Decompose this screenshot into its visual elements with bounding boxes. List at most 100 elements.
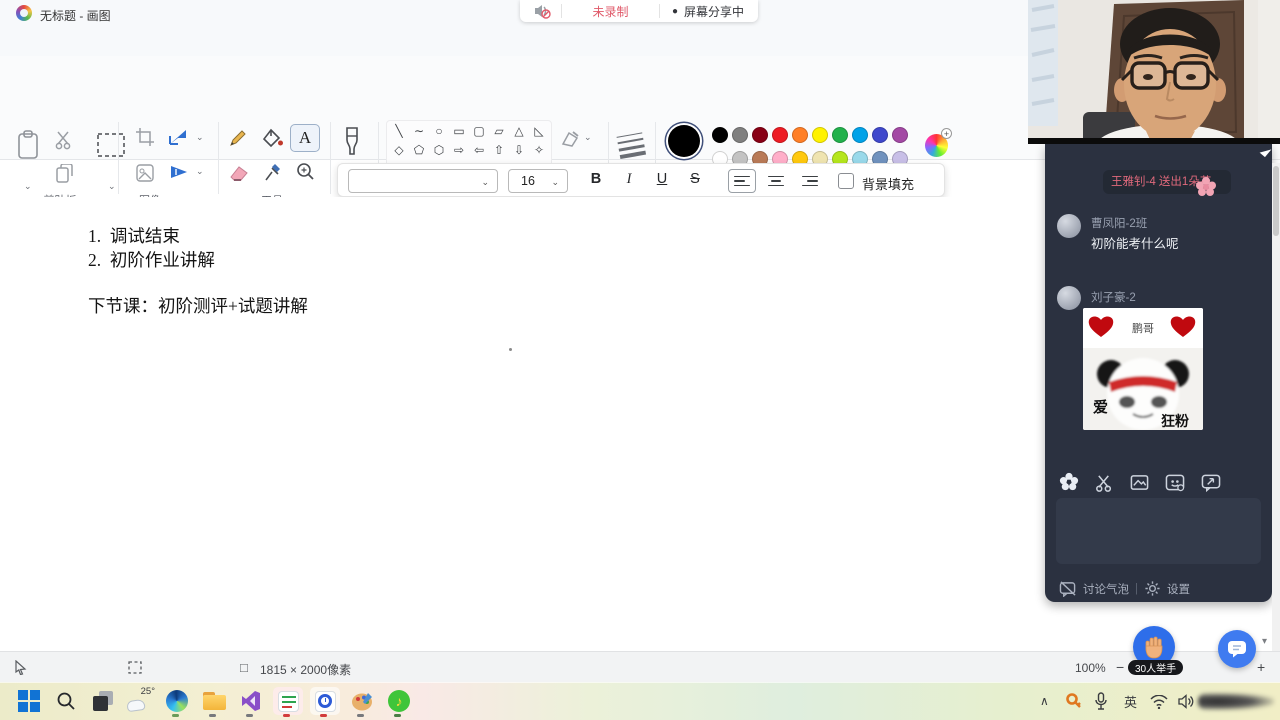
taskbar-visualstudio-button[interactable] [236,687,266,715]
taskbar-taskview-button[interactable] [88,687,118,715]
taskbar-weather-widget[interactable]: 25° [125,686,155,715]
align-left-button[interactable] [728,169,756,193]
strikethrough-button[interactable]: S [685,171,705,187]
font-size-select[interactable]: 16 ⌄ [508,169,568,193]
font-family-select[interactable]: ⌄ [348,169,498,193]
shape-tool[interactable]: ✧ [534,144,544,156]
palette-color[interactable] [752,127,768,143]
select-dropdown-icon[interactable]: ⌄ [108,181,116,192]
shape-tool[interactable]: ╲ [395,125,402,137]
sharing-status[interactable]: 屏幕分享中 [684,3,744,20]
rotate-icon[interactable] [136,164,154,182]
underline-button[interactable]: U [652,171,672,187]
shape-tool[interactable]: ◇ [394,144,403,156]
shape-tool[interactable]: △ [514,125,523,137]
text-tool-selected[interactable]: A [290,124,320,152]
palette-color[interactable] [832,127,848,143]
chat-sticker-image[interactable]: 鹏哥 爱 狂粉 [1083,308,1203,430]
taskbar-classroom-button[interactable] [273,687,303,715]
palette-color[interactable] [852,127,868,143]
screenshot-scissors-icon[interactable] [1095,473,1114,492]
settings-label[interactable]: 设置 [1167,581,1190,597]
shape-tool[interactable]: ⇧ [494,144,504,156]
crop-icon[interactable] [136,128,154,146]
align-center-button[interactable] [762,169,790,193]
taskbar-clock-app-button[interactable] [310,687,340,715]
discussion-bubbles-label[interactable]: 讨论气泡 [1083,581,1129,597]
ime-indicator[interactable]: 英 [1124,692,1137,711]
bold-button[interactable]: B [586,171,606,187]
share-bubble-icon[interactable] [1201,473,1221,492]
fill-bucket-icon[interactable] [262,128,284,148]
shape-tool[interactable]: ⇩ [514,144,524,156]
shape-tool[interactable]: ⬡ [434,144,444,156]
paste-icon[interactable] [16,130,40,160]
avatar[interactable] [1057,286,1081,310]
palette-color[interactable] [772,127,788,143]
taskbar-paint-button[interactable] [347,687,377,715]
resize-dropdown-icon[interactable]: ⌄ [196,132,204,143]
foreground-color-swatch[interactable] [668,125,700,157]
chat-input-box[interactable] [1056,498,1261,564]
microphone-icon[interactable] [1094,692,1108,710]
eraser-icon[interactable] [228,164,250,182]
sogou-input-icon[interactable] [1066,693,1082,709]
palette-color[interactable] [812,127,828,143]
brush-icon[interactable] [343,126,361,160]
avatar[interactable] [1057,214,1081,238]
taskbar-music-button[interactable]: ♪ [384,687,414,715]
taskbar-edge-button[interactable] [162,687,192,715]
cursor-position-icon [15,660,27,675]
pencil-icon[interactable] [228,128,248,148]
image-upload-icon[interactable] [1130,473,1149,492]
chat-toggle-button[interactable] [1218,630,1256,668]
wifi-icon[interactable] [1150,695,1168,709]
select-icon[interactable] [96,132,126,158]
zoom-in-button[interactable]: + [1257,659,1265,675]
copy-icon[interactable] [56,164,74,184]
eyedropper-icon[interactable] [264,162,282,182]
paste-dropdown-icon[interactable]: ⌄ [24,181,32,192]
scrollbar-track[interactable] [1272,163,1280,651]
shape-tool[interactable]: ◺ [534,125,543,137]
send-flower-icon[interactable] [1059,472,1079,492]
align-right-button[interactable] [796,169,824,193]
magnifier-icon[interactable] [296,162,315,181]
flip-dropdown-icon[interactable]: ⌄ [196,166,204,177]
taskbar-start-button[interactable] [14,687,44,715]
muted-speaker-icon[interactable] [534,3,551,19]
shape-tool[interactable]: ▱ [494,125,503,137]
shape-tool[interactable]: ▭ [453,125,464,137]
settings-gear-icon[interactable] [1144,580,1161,597]
palette-color[interactable] [732,127,748,143]
shape-outline-icon[interactable] [560,130,580,148]
zoom-out-button[interactable]: − [1116,659,1124,675]
background-fill-checkbox[interactable] [838,173,854,189]
italic-button[interactable]: I [619,171,639,188]
palette-color[interactable] [872,127,888,143]
taskbar-explorer-button[interactable] [199,687,229,715]
resize-icon[interactable] [168,126,190,146]
palette-color[interactable] [892,127,908,143]
cut-icon[interactable] [54,130,74,150]
palette-color[interactable] [792,127,808,143]
speaker-icon[interactable] [1178,694,1195,709]
sticker-emoji-icon[interactable] [1165,473,1185,492]
scrollbar-thumb[interactable] [1273,166,1279,236]
tray-expand-icon[interactable]: ∧ [1040,694,1049,708]
palette-color[interactable] [712,127,728,143]
add-color-icon[interactable]: + [941,128,952,139]
shape-tool[interactable]: ⇦ [474,144,484,156]
size-icon[interactable] [614,128,648,161]
shape-tool[interactable]: ⇨ [454,144,464,156]
shape-tool[interactable]: ○ [435,125,442,137]
outline-dropdown-icon[interactable]: ⌄ [584,132,592,143]
recording-status[interactable]: 未录制 [562,3,659,20]
shape-tool[interactable]: ⬠ [414,144,424,156]
shape-tool[interactable]: ∼ [414,125,424,137]
taskbar-search-button[interactable] [51,687,81,715]
shape-tool[interactable]: ▢ [473,125,484,137]
discussion-bubbles-off-icon[interactable] [1059,580,1077,597]
flip-icon[interactable] [168,162,190,182]
floating-collapse-icon[interactable]: ▾ [1262,636,1267,647]
